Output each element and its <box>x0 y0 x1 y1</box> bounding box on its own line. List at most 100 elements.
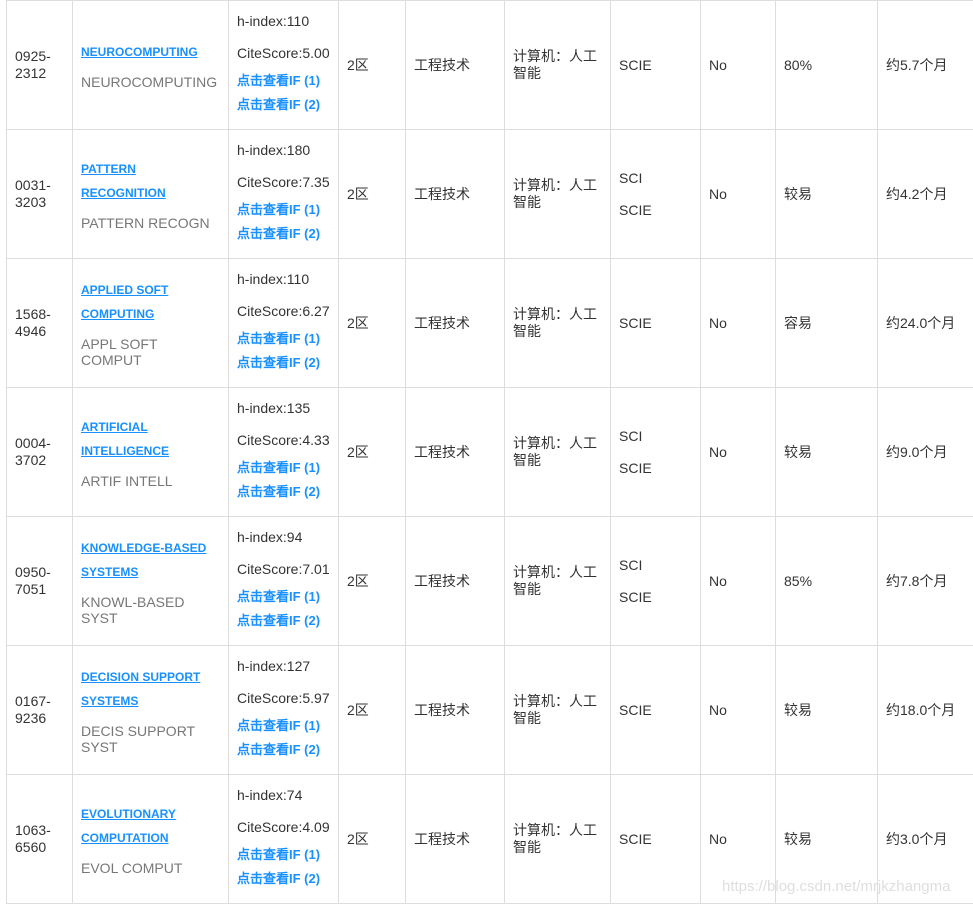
view-if-1-link[interactable]: 点击查看IF (1) <box>237 585 330 609</box>
table-row: 0925- 2312 NEUROCOMPUTING NEUROCOMPUTING h… <box>6 0 973 130</box>
issn: 0167- <box>15 693 51 709</box>
journal-title-link[interactable]: APPLIED SOFT COMPUTING <box>81 278 220 326</box>
review-time-cell: 约9.0个月 <box>877 387 973 517</box>
acceptance-cell: 较易 <box>775 387 878 517</box>
metrics-cell: h-index:110 CiteScore:5.00 点击查看IF (1) 点击查看I… <box>228 0 339 130</box>
journal-abbr: APPL SOFT COMPUT <box>81 336 158 368</box>
metrics-cell: h-index:127 CiteScore:5.97 点击查看IF (1) 点击查看I… <box>228 645 339 775</box>
view-if-1-link[interactable]: 点击查看IF (1) <box>237 198 330 222</box>
review-time-cell: 约4.2个月 <box>877 129 973 259</box>
table-row: 1568- 4946 APPLIED SOFT COMPUTING APPL SOFT… <box>6 258 973 388</box>
index-type: SCI <box>619 428 643 444</box>
journal-cell: DECISION SUPPORT SYSTEMS DECIS SUPPORT SYS… <box>72 645 229 775</box>
view-if-2-link[interactable]: 点击查看IF (2) <box>237 867 330 891</box>
index-cell: SCIE <box>610 774 701 904</box>
journal-title-line: KNOWLEDGE-BASED <box>81 541 207 555</box>
citescore: CiteScore:4.33 <box>237 432 330 448</box>
view-if-2-link[interactable]: 点击查看IF (2) <box>237 93 330 117</box>
journal-title-line: EVOLUTIONARY <box>81 807 176 821</box>
citescore: CiteScore:5.00 <box>237 45 330 61</box>
view-if-1-link[interactable]: 点击查看IF (1) <box>237 69 330 93</box>
view-if-2-link[interactable]: 点击查看IF (2) <box>237 351 330 375</box>
journal-cell: ARTIFICIAL INTELLIGENCE ARTIF INTELL <box>72 387 229 517</box>
view-if-2-link[interactable]: 点击查看IF (2) <box>237 480 330 504</box>
view-if-2-link[interactable]: 点击查看IF (2) <box>237 738 330 762</box>
index-cell: SCIE <box>610 0 701 130</box>
journal-title-line: RECOGNITION <box>81 186 166 200</box>
category-cell: 工程技术 <box>405 387 505 517</box>
zone-cell: 2区 <box>338 774 406 904</box>
index-cell: SCIE <box>610 645 701 775</box>
watermark: https://blog.csdn.net/mrjkzhangma <box>722 878 951 895</box>
table-row: 0031- 3203 PATTERN RECOGNITION PATTERN RECO… <box>6 129 973 259</box>
h-index: h-index:135 <box>237 400 311 416</box>
category-cell: 工程技术 <box>405 774 505 904</box>
category-cell: 工程技术 <box>405 129 505 259</box>
index-cell: SCI SCIE <box>610 129 701 259</box>
issn: 2312 <box>15 65 47 81</box>
metrics-cell: h-index:94 CiteScore:7.01 点击查看IF (1) 点击查看IF… <box>228 516 339 646</box>
issn: 0925- <box>15 48 51 64</box>
journal-title-link[interactable]: ARTIFICIAL INTELLIGENCE <box>81 415 220 463</box>
journal-cell: NEUROCOMPUTING NEUROCOMPUTING <box>72 0 229 130</box>
h-index: h-index:74 <box>237 787 303 803</box>
journal-cell: EVOLUTIONARY COMPUTATION EVOL COMPUT <box>72 774 229 904</box>
journal-title-link[interactable]: DECISION SUPPORT SYSTEMS <box>81 665 220 713</box>
acceptance-cell: 较易 <box>775 129 878 259</box>
journal-cell: PATTERN RECOGNITION PATTERN RECOGN <box>72 129 229 259</box>
issn: 7051 <box>15 581 47 597</box>
review-time-cell: 约24.0个月 <box>877 258 973 388</box>
subcategory-cell: 计算机：人工智能 <box>504 645 611 775</box>
issn: 4946 <box>15 323 47 339</box>
index-type: SCIE <box>619 831 652 847</box>
citescore: CiteScore:7.35 <box>237 174 330 190</box>
journal-title-link[interactable]: KNOWLEDGE-BASED SYSTEMS <box>81 536 220 584</box>
index-type: SCI <box>619 170 643 186</box>
view-if-1-link[interactable]: 点击查看IF (1) <box>237 714 330 738</box>
oa-cell: No <box>700 0 776 130</box>
issn-cell: 0031- 3203 <box>6 129 73 259</box>
acceptance-cell: 较易 <box>775 645 878 775</box>
index-type: SCIE <box>619 315 652 331</box>
journal-abbr: EVOL COMPUT <box>81 860 183 876</box>
journal-title-link[interactable]: NEUROCOMPUTING <box>81 40 220 64</box>
oa-cell: No <box>700 645 776 775</box>
view-if-1-link[interactable]: 点击查看IF (1) <box>237 456 330 480</box>
index-type: SCIE <box>619 57 652 73</box>
view-if-1-link[interactable]: 点击查看IF (1) <box>237 327 330 351</box>
metrics-cell: h-index:74 CiteScore:4.09 点击查看IF (1) 点击查看IF… <box>228 774 339 904</box>
subcategory-cell: 计算机：人工智能 <box>504 387 611 517</box>
metrics-cell: h-index:110 CiteScore:6.27 点击查看IF (1) 点击查看I… <box>228 258 339 388</box>
issn: 0031- <box>15 177 51 193</box>
acceptance-cell: 80% <box>775 0 878 130</box>
h-index: h-index:110 <box>237 271 310 287</box>
h-index: h-index:110 <box>237 13 310 29</box>
journal-title-line: NEUROCOMPUTING <box>81 45 198 59</box>
zone-cell: 2区 <box>338 645 406 775</box>
view-if-2-link[interactable]: 点击查看IF (2) <box>237 222 330 246</box>
oa-cell: No <box>700 258 776 388</box>
review-time-cell: 约18.0个月 <box>877 645 973 775</box>
journal-cell: APPLIED SOFT COMPUTING APPL SOFT COMPUT <box>72 258 229 388</box>
citescore: CiteScore:5.97 <box>237 690 330 706</box>
index-type: SCIE <box>619 702 652 718</box>
h-index: h-index:94 <box>237 529 303 545</box>
zone-cell: 2区 <box>338 516 406 646</box>
category-cell: 工程技术 <box>405 0 505 130</box>
view-if-2-link[interactable]: 点击查看IF (2) <box>237 609 330 633</box>
index-cell: SCI SCIE <box>610 387 701 517</box>
zone-cell: 2区 <box>338 0 406 130</box>
journal-title-line: COMPUTATION <box>81 831 169 845</box>
citescore: CiteScore:7.01 <box>237 561 330 577</box>
journal-title-link[interactable]: PATTERN RECOGNITION <box>81 157 220 205</box>
category-cell: 工程技术 <box>405 645 505 775</box>
journal-table: 0925- 2312 NEUROCOMPUTING NEUROCOMPUTING h… <box>6 0 973 904</box>
view-if-1-link[interactable]: 点击查看IF (1) <box>237 843 330 867</box>
subcategory-cell: 计算机：人工智能 <box>504 129 611 259</box>
issn-cell: 0004- 3702 <box>6 387 73 517</box>
journal-abbr: PATTERN RECOGN <box>81 215 210 231</box>
journal-title-link[interactable]: EVOLUTIONARY COMPUTATION <box>81 802 220 850</box>
subcategory-cell: 计算机：人工智能 <box>504 774 611 904</box>
journal-title-line: SYSTEMS <box>81 694 139 708</box>
journal-title-line: DECISION SUPPORT <box>81 670 201 684</box>
